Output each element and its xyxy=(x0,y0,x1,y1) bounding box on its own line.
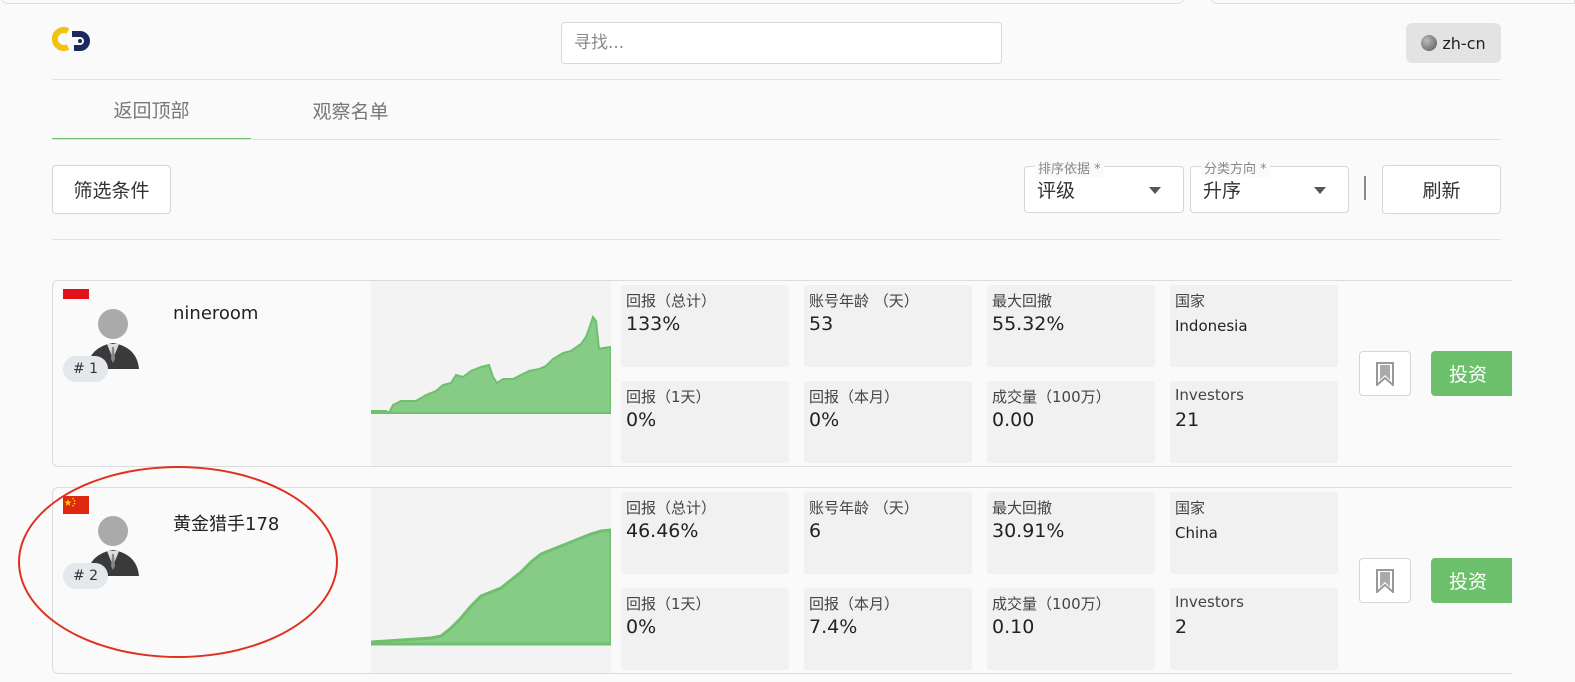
stat-country: 国家 China xyxy=(1170,492,1338,574)
sort-direction-select[interactable]: 分类方向 * 升序 xyxy=(1190,158,1349,213)
language-button[interactable]: zh-cn xyxy=(1406,23,1501,63)
sort-direction-value: 升序 xyxy=(1203,180,1242,202)
toolbar-separator xyxy=(1364,176,1366,200)
caret-down-icon xyxy=(1314,187,1326,194)
bookmark-icon xyxy=(1376,361,1394,386)
stat-total-return: 回报（总计） 46.46% xyxy=(621,492,789,574)
stat-return-month: 回报（本月） 7.4% xyxy=(804,588,972,670)
stat-volume: 成交量（100万） 0.00 xyxy=(987,381,1155,463)
trader-card[interactable]: # 2 黄金猎手178 回报（总计） 46.46% 账号年龄 （天） 6 最大回… xyxy=(52,487,1512,674)
trader-card[interactable]: # 1 nineroom 回报（总计） 133% 账号年龄 （天） 53 最大回… xyxy=(52,280,1512,467)
browser-top-edge xyxy=(0,0,1575,6)
stat-return-1d: 回报（1天） 0% xyxy=(621,381,789,463)
stat-max-drawdown: 最大回撤 30.91% xyxy=(987,492,1155,574)
rank-badge: # 2 xyxy=(63,563,109,589)
indonesia-flag-icon xyxy=(63,289,89,299)
bookmark-button[interactable] xyxy=(1359,351,1411,396)
language-label: zh-cn xyxy=(1442,33,1486,53)
bookmark-button[interactable] xyxy=(1359,558,1411,603)
globe-icon xyxy=(1421,35,1438,51)
stat-max-drawdown: 最大回撤 55.32% xyxy=(987,285,1155,367)
invest-button[interactable]: 投资 xyxy=(1431,558,1512,603)
toolbar-divider xyxy=(52,239,1501,240)
tabs-divider xyxy=(52,139,1501,140)
stat-volume: 成交量（100万） 0.10 xyxy=(987,588,1155,670)
performance-chart xyxy=(371,281,611,466)
invest-button[interactable]: 投资 xyxy=(1431,351,1512,396)
filter-button[interactable]: 筛选条件 xyxy=(52,165,171,214)
stat-investors: Investors 2 xyxy=(1170,588,1338,670)
brand-logo[interactable] xyxy=(52,25,94,55)
trader-name[interactable]: nineroom xyxy=(173,303,258,324)
stat-account-age: 账号年龄 （天） 53 xyxy=(804,285,972,367)
stat-country: 国家 Indonesia xyxy=(1170,285,1338,367)
sort-by-value: 评级 xyxy=(1037,180,1076,202)
trader-name[interactable]: 黄金猎手178 xyxy=(173,510,279,536)
sort-by-label: 排序依据 * xyxy=(1035,158,1104,177)
bookmark-icon xyxy=(1376,568,1394,593)
rank-badge: # 1 xyxy=(63,356,109,382)
china-flag-icon xyxy=(63,496,89,514)
stat-return-1d: 回报（1天） 0% xyxy=(621,588,789,670)
tab-top[interactable]: 返回顶部 xyxy=(52,80,251,140)
caret-down-icon xyxy=(1149,187,1161,194)
refresh-button[interactable]: 刷新 xyxy=(1382,165,1501,214)
sort-direction-label: 分类方向 * xyxy=(1201,158,1270,177)
stat-return-month: 回报（本月） 0% xyxy=(804,381,972,463)
stat-account-age: 账号年龄 （天） 6 xyxy=(804,492,972,574)
tab-watchlist[interactable]: 观察名单 xyxy=(251,80,450,140)
performance-chart xyxy=(371,488,611,673)
stat-total-return: 回报（总计） 133% xyxy=(621,285,789,367)
search-input[interactable] xyxy=(561,22,1002,64)
stat-investors: Investors 21 xyxy=(1170,381,1338,463)
sort-by-select[interactable]: 排序依据 * 评级 xyxy=(1024,158,1184,213)
